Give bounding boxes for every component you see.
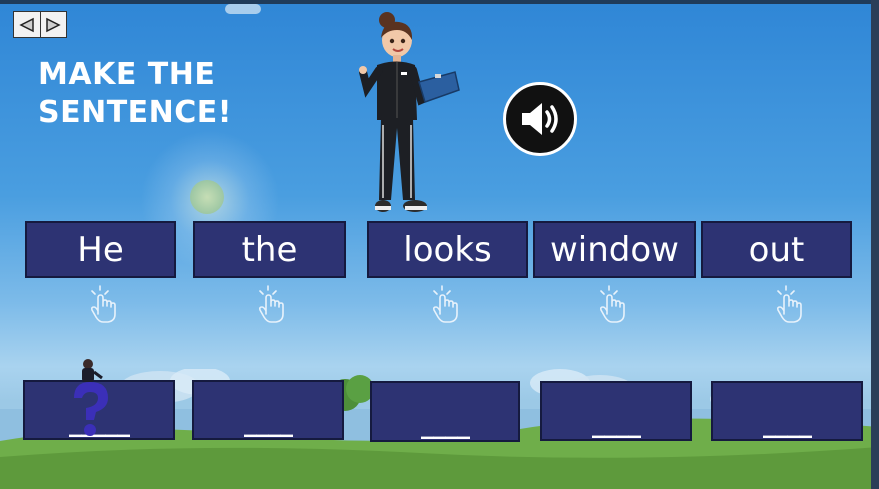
- window-frame-top: [0, 0, 879, 4]
- next-button[interactable]: [39, 12, 67, 37]
- answer-slot-2[interactable]: ____: [192, 380, 344, 440]
- answer-slot-3[interactable]: ____: [370, 381, 520, 442]
- tap-hand-icon[interactable]: [255, 284, 289, 324]
- page-title: MAKE THE SENTENCE!: [38, 56, 278, 132]
- answer-slot-5[interactable]: ____: [711, 381, 863, 441]
- title-line-2: SENTENCE!: [38, 95, 232, 130]
- word-tile-out[interactable]: out: [701, 221, 852, 278]
- speaker-icon: [522, 103, 558, 135]
- audio-play-button[interactable]: [503, 82, 577, 156]
- word-tile-he[interactable]: He: [25, 221, 176, 278]
- previous-button[interactable]: [14, 12, 40, 37]
- tap-hand-icon[interactable]: [596, 284, 630, 324]
- triangle-right-icon: [46, 17, 61, 32]
- question-mark-character: [74, 359, 108, 436]
- cloud: [225, 4, 261, 14]
- tap-hand-icon[interactable]: [773, 284, 807, 324]
- tap-hand-icon[interactable]: [429, 284, 463, 324]
- title-line-1: MAKE THE: [38, 57, 216, 92]
- game-stage: MAKE THE SENTENCE! He the looks window o…: [0, 0, 879, 489]
- sun: [190, 180, 224, 214]
- word-tile-the[interactable]: the: [193, 221, 346, 278]
- word-tile-window[interactable]: window: [533, 221, 696, 278]
- page-navigation: [13, 11, 67, 38]
- triangle-left-icon: [19, 17, 34, 32]
- teacher-character: [359, 12, 460, 212]
- answer-slot-4[interactable]: ____: [540, 381, 692, 441]
- window-frame-right: [871, 0, 879, 489]
- word-tile-looks[interactable]: looks: [367, 221, 528, 278]
- tap-hand-icon[interactable]: [87, 284, 121, 324]
